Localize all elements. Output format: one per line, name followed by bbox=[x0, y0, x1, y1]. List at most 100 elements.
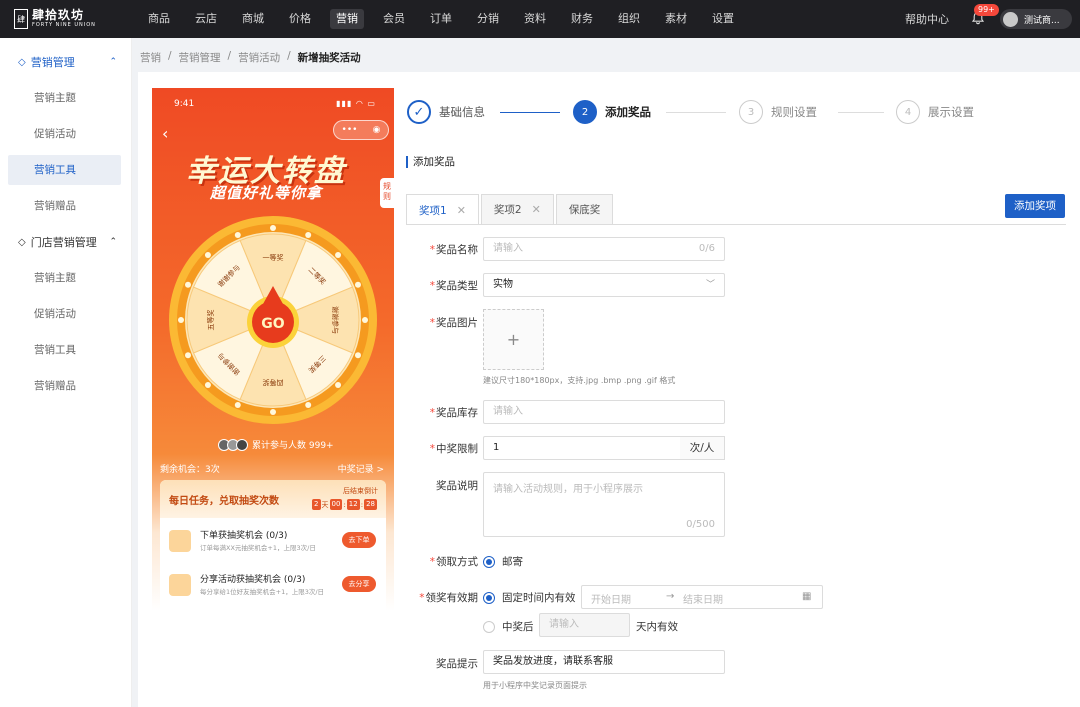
nav-item-assets[interactable]: 素材 bbox=[659, 9, 693, 29]
prize-name-input[interactable]: 请输入 0/6 bbox=[483, 237, 725, 261]
task-order-button: 去下单 bbox=[342, 532, 376, 548]
wheel-rim-light bbox=[178, 317, 184, 323]
date-range-picker[interactable]: 开始日期 → 结束日期 ▦ bbox=[581, 585, 823, 609]
sidebar-item-store-theme[interactable]: 营销主题 bbox=[0, 260, 131, 296]
countdown-timer: 2 天 00:12:28 bbox=[312, 499, 377, 510]
nav-item-settings[interactable]: 设置 bbox=[706, 9, 740, 29]
tabs-divider bbox=[406, 224, 1066, 225]
section-title: 添加奖品 bbox=[406, 156, 455, 168]
chances-left: 剩余机会：3次 bbox=[160, 465, 220, 475]
wheel-rim-light bbox=[270, 225, 276, 231]
avatar bbox=[1003, 11, 1018, 27]
char-counter: 0/6 bbox=[698, 243, 715, 254]
task-card-title: 每日任务，兑取抽奖次数 bbox=[169, 496, 279, 507]
sidebar-item-store-tools[interactable]: 营销工具 bbox=[0, 332, 131, 368]
step-connector bbox=[666, 112, 726, 113]
sidebar-item-promotion[interactable]: 促销活动 bbox=[0, 116, 131, 152]
wheel-rim-light bbox=[270, 409, 276, 415]
rule-tab: 规则 bbox=[380, 178, 394, 208]
breadcrumb-item[interactable]: 营销活动 bbox=[238, 50, 280, 65]
sidebar-item-gifts[interactable]: 营销赠品 bbox=[0, 188, 131, 224]
tab-prize-1[interactable]: 奖项1 ✕ bbox=[406, 194, 479, 225]
nav-item-price[interactable]: 价格 bbox=[283, 9, 317, 29]
prize-type-select[interactable]: 实物 ﹀ bbox=[483, 273, 725, 297]
chevron-up-icon: ⌃ bbox=[109, 57, 117, 67]
step-connector bbox=[838, 112, 884, 113]
wheel-rim-light bbox=[234, 401, 241, 408]
sidebar-item-marketing-theme[interactable]: 营销主题 bbox=[0, 80, 131, 116]
days-input[interactable]: 请输入 bbox=[539, 613, 630, 637]
sidebar-item-store-promotion[interactable]: 促销活动 bbox=[0, 296, 131, 332]
go-button-text: GO bbox=[261, 316, 284, 332]
wheel-rim-light bbox=[204, 382, 211, 389]
nav-item-marketing[interactable]: 营销 bbox=[330, 9, 364, 29]
user-menu[interactable]: 测试商... bbox=[1000, 9, 1072, 29]
nav-item-member[interactable]: 会员 bbox=[377, 9, 411, 29]
nav-item-mall[interactable]: 商城 bbox=[236, 9, 270, 29]
brand-name-en: FORTY NINE UNION bbox=[32, 22, 96, 28]
wheel-rim-light bbox=[204, 251, 211, 258]
claim-method-mail-radio[interactable]: 邮寄 bbox=[483, 554, 523, 569]
nav-item-orders[interactable]: 订单 bbox=[424, 9, 458, 29]
step-rules: 3 规则设置 bbox=[739, 100, 817, 124]
sidebar-group-marketing[interactable]: ◇ 营销管理 ⌃ bbox=[0, 44, 131, 80]
add-prize-button[interactable]: 添加奖项 bbox=[1005, 194, 1065, 218]
step-connector bbox=[500, 112, 560, 113]
steps-progress: ✓ 基础信息 2 添加奖品 3 规则设置 4 展示设置 bbox=[407, 100, 987, 124]
chevron-down-icon: ﹀ bbox=[705, 280, 715, 290]
prize-tabs: 奖项1 ✕ 奖项2 ✕ 保底奖 bbox=[406, 194, 615, 225]
nav-item-cloud-store[interactable]: 云店 bbox=[189, 9, 223, 29]
order-icon bbox=[169, 530, 191, 552]
breadcrumb-item[interactable]: 营销管理 bbox=[179, 50, 221, 65]
main-nav: 商品 云店 商城 价格 营销 会员 订单 分销 资料 财务 组织 素材 设置 bbox=[142, 9, 753, 29]
wheel-segment-label: 五等奖 bbox=[206, 310, 215, 331]
step-add-prize: 2 添加奖品 bbox=[573, 100, 651, 124]
wheel-segment-label: 谢谢参与 bbox=[331, 306, 340, 334]
wheel-rim-light bbox=[185, 281, 192, 288]
prize-stock-label: *奖品库存 bbox=[429, 407, 478, 419]
help-center-link[interactable]: 帮助中心 bbox=[905, 11, 949, 27]
nav-item-distribution[interactable]: 分销 bbox=[471, 9, 505, 29]
breadcrumb: 营销 / 营销管理 / 营销活动 / 新增抽奖活动 bbox=[140, 50, 361, 65]
prize-desc-textarea[interactable]: 请输入活动规则，用于小程序展示 0/500 bbox=[483, 472, 725, 537]
tab-guaranteed-prize[interactable]: 保底奖 bbox=[555, 194, 614, 224]
end-date-input[interactable]: 结束日期 bbox=[683, 591, 723, 606]
prize-stock-input[interactable]: 请输入 bbox=[483, 400, 725, 424]
days-suffix: 天内有效 bbox=[636, 621, 678, 633]
validity-after-win-radio[interactable]: 中奖后 bbox=[483, 619, 534, 634]
close-icon[interactable]: ✕ bbox=[532, 203, 541, 216]
breadcrumb-item[interactable]: 营销 bbox=[140, 50, 161, 65]
brand-logo[interactable]: 肆 肆拾玖坊 FORTY NINE UNION bbox=[0, 0, 110, 38]
prize-record-link: 中奖记录 > bbox=[337, 465, 384, 475]
close-icon[interactable]: ✕ bbox=[457, 204, 466, 217]
wheel-rim-light bbox=[335, 251, 342, 258]
chevron-up-icon: ⌃ bbox=[109, 237, 117, 247]
win-limit-unit: 次/人 bbox=[680, 436, 725, 460]
logo-mark-icon: 肆 bbox=[14, 9, 28, 29]
phone-subtitle: 超值好礼等你拿 bbox=[210, 184, 323, 202]
nav-item-finance[interactable]: 财务 bbox=[565, 9, 599, 29]
nav-item-goods[interactable]: 商品 bbox=[142, 9, 176, 29]
prize-tip-input[interactable]: 奖品发放进度，请联系客服 bbox=[483, 650, 725, 674]
wheel-rim-light bbox=[354, 352, 361, 359]
sidebar-item-store-gifts[interactable]: 营销赠品 bbox=[0, 368, 131, 404]
task-share-button: 去分享 bbox=[342, 576, 376, 592]
task-row: 下单获抽奖机会 (0/3) 订单每满XX元抽奖机会+1，上限3次/日 去下单 bbox=[160, 522, 386, 562]
nav-item-organization[interactable]: 组织 bbox=[612, 9, 646, 29]
wheel-rim-light bbox=[185, 352, 192, 359]
notification-badge: 99+ bbox=[974, 4, 999, 16]
validity-label: *领奖有效期 bbox=[419, 592, 478, 604]
prize-tip-hint: 用于小程序中奖记录页面提示 bbox=[483, 681, 587, 690]
win-limit-input[interactable]: 1 bbox=[483, 436, 681, 460]
prize-image-label: *奖品图片 bbox=[429, 317, 478, 329]
participants-count: 累计参与人数 999+ bbox=[218, 438, 334, 451]
validity-fixed-radio[interactable]: 固定时间内有效 bbox=[483, 590, 576, 605]
image-upload[interactable]: + bbox=[483, 309, 544, 370]
wheel-rim-light bbox=[305, 401, 312, 408]
top-navbar: 肆 肆拾玖坊 FORTY NINE UNION 商品 云店 商城 价格 营销 会… bbox=[0, 0, 1080, 38]
start-date-input[interactable]: 开始日期 bbox=[591, 591, 631, 606]
nav-item-data[interactable]: 资料 bbox=[518, 9, 552, 29]
sidebar-item-marketing-tools[interactable]: 营销工具 bbox=[8, 155, 121, 185]
sidebar-group-store-marketing[interactable]: ◇ 门店营销管理 ⌃ bbox=[0, 224, 131, 260]
tab-prize-2[interactable]: 奖项2 ✕ bbox=[480, 194, 554, 224]
